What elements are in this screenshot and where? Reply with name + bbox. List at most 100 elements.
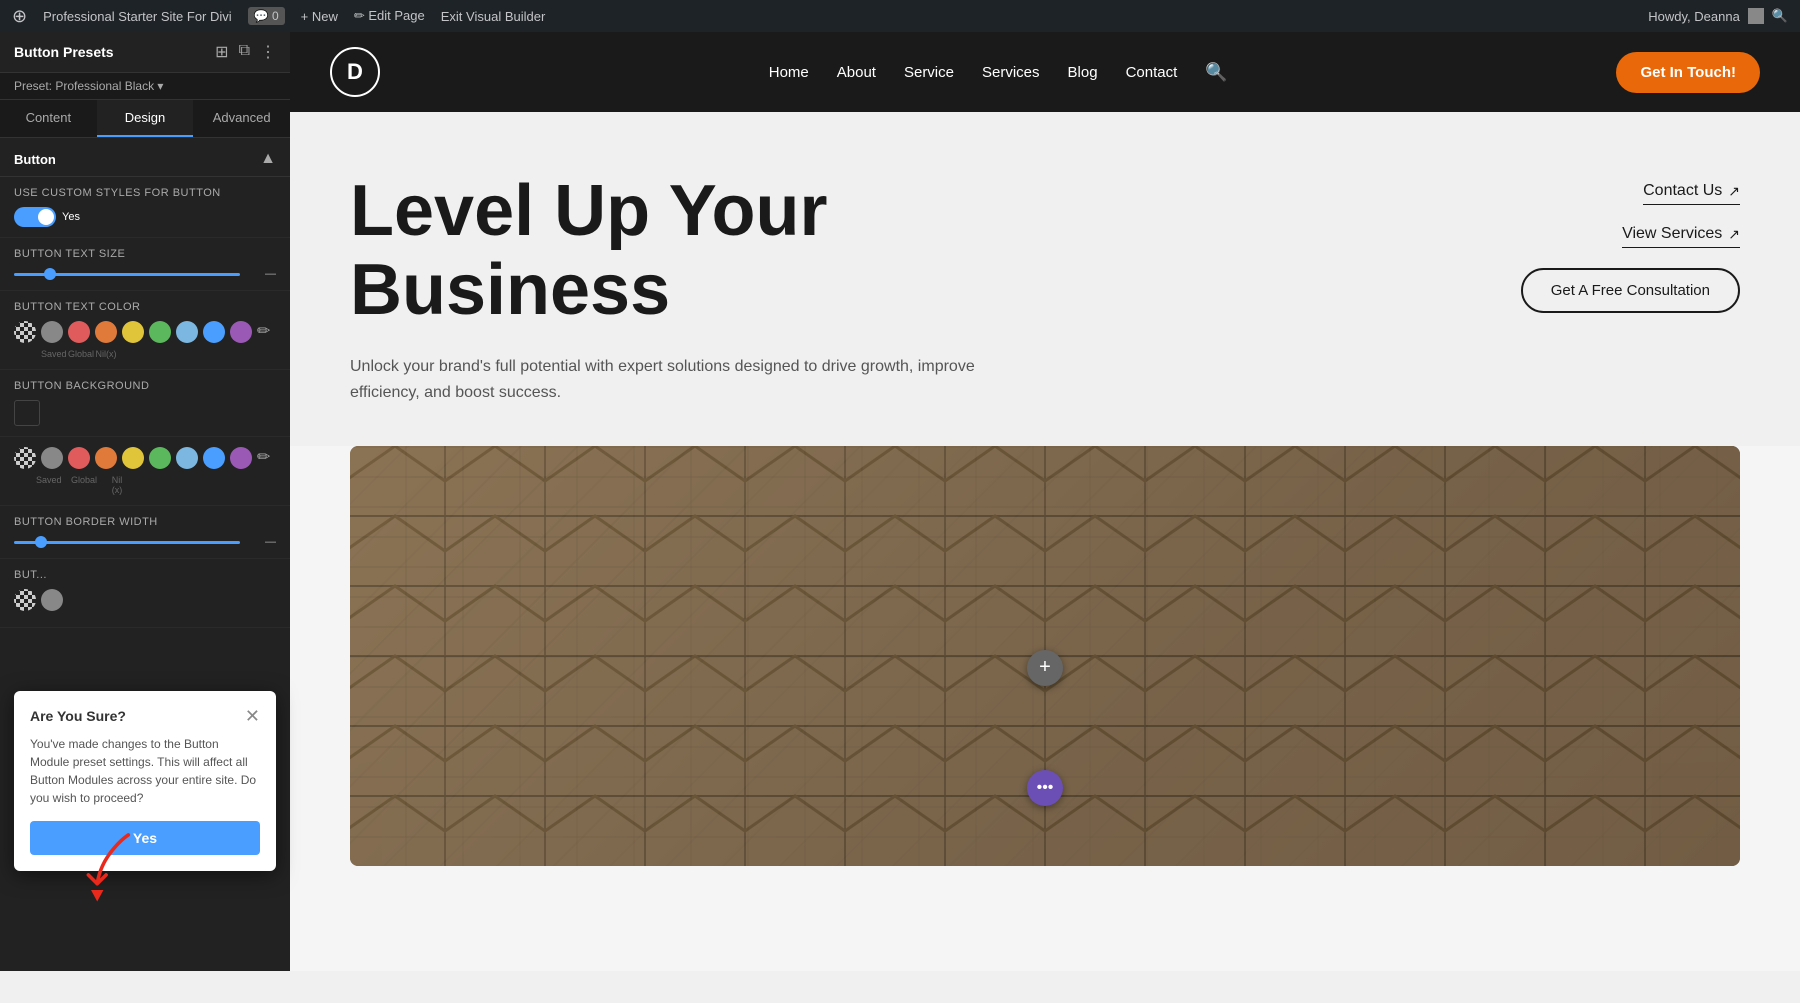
button-extra-label: But... <box>14 569 276 581</box>
border-width-value: — <box>248 536 276 548</box>
swatch-yellow-2[interactable] <box>122 447 144 469</box>
text-color-field-2: ✏ Saved Global Nil (x) <box>0 437 290 506</box>
building-image: + ••• <box>350 446 1740 866</box>
hero-right: Contact Us ↗ View Services ↗ Get A Free … <box>1480 172 1740 313</box>
hero-left: Level Up Your Business Unlock your brand… <box>350 172 1050 406</box>
text-color-label: Button Text Color <box>14 301 276 313</box>
bg-field-controls <box>14 400 276 426</box>
nav-services[interactable]: Services <box>982 64 1040 81</box>
text-size-value: — <box>248 268 276 280</box>
confirm-dialog-header: Are You Sure? ✕ <box>30 707 260 725</box>
search-icon[interactable]: 🔍 <box>1772 8 1788 24</box>
button-extra-field: But... <box>0 559 290 628</box>
exit-builder-button[interactable]: Exit Visual Builder <box>441 9 546 24</box>
text-size-slider-row: — <box>14 268 276 280</box>
text-size-slider[interactable] <box>14 273 240 276</box>
hero-subtitle: Unlock your brand's full potential with … <box>350 354 990 405</box>
swatch-label-global-2: Global <box>71 475 93 495</box>
pen-icon-2[interactable]: ✏ <box>257 447 270 469</box>
swatch-red-2[interactable] <box>68 447 90 469</box>
swatch-transparent-2[interactable] <box>14 447 36 469</box>
panel-screen-icon[interactable]: ⊞ <box>215 42 228 62</box>
panel-expand-icon[interactable]: ⧉ <box>239 42 250 62</box>
swatch-gray-2[interactable] <box>41 447 63 469</box>
consultation-button[interactable]: Get A Free Consultation <box>1521 268 1740 313</box>
tab-advanced[interactable]: Advanced <box>193 100 290 137</box>
admin-bar-left: ⊕ Professional Starter Site For Divi 💬 0… <box>12 6 545 27</box>
nav-blog[interactable]: Blog <box>1068 64 1098 81</box>
nav-contact[interactable]: Contact <box>1126 64 1178 81</box>
view-services-link[interactable]: View Services ↗ <box>1622 225 1740 248</box>
new-button[interactable]: + New <box>301 9 338 24</box>
swatch-orange-2[interactable] <box>95 447 117 469</box>
custom-styles-toggle[interactable] <box>14 207 56 227</box>
confirm-dialog: Are You Sure? ✕ You've made changes to t… <box>14 691 276 871</box>
fab-menu-button[interactable]: ••• <box>1027 770 1063 806</box>
button-bg-field: Button Background <box>0 370 290 437</box>
building-section: + ••• <box>350 446 1800 866</box>
nav-search-icon[interactable]: 🔍 <box>1205 62 1227 83</box>
contact-us-link[interactable]: Contact Us ↗ <box>1643 182 1740 205</box>
hero-title: Level Up Your Business <box>350 172 1050 330</box>
tab-design[interactable]: Design <box>97 100 194 137</box>
swatch-labels-2: Saved Global Nil (x) <box>14 475 276 495</box>
fab-plus-button[interactable]: + <box>1027 650 1063 686</box>
swatch-label-transparent <box>14 349 36 359</box>
pen-icon[interactable]: ✏ <box>257 321 270 343</box>
main-content: D Home About Service Services Blog Conta… <box>290 32 1800 971</box>
button-section-header: Button ▲ <box>0 138 290 177</box>
howdy-label: Howdy, Deanna <box>1648 9 1740 24</box>
swatch-label-saved: Saved <box>41 349 63 359</box>
border-width-slider[interactable] <box>14 541 240 544</box>
swatch-blue[interactable] <box>203 321 225 343</box>
logo-letter: D <box>347 59 363 85</box>
swatch-extra-transparent[interactable] <box>14 589 36 611</box>
panel-title: Button Presets <box>14 44 114 60</box>
nav-about[interactable]: About <box>837 64 876 81</box>
panel-tabs: Content Design Advanced <box>0 100 290 138</box>
swatch-gray[interactable] <box>41 321 63 343</box>
site-nav: Home About Service Services Blog Contact… <box>769 62 1228 83</box>
text-size-field: Button Text Size — <box>0 238 290 291</box>
nav-service[interactable]: Service <box>904 64 954 81</box>
panel-header-icons: ⊞ ⧉ ⋮ <box>215 42 276 62</box>
get-in-touch-button[interactable]: Get In Touch! <box>1616 52 1760 93</box>
nav-home[interactable]: Home <box>769 64 809 81</box>
comment-count[interactable]: 💬 0 <box>248 7 285 25</box>
site-name[interactable]: Professional Starter Site For Divi <box>43 9 232 24</box>
custom-styles-toggle-wrapper: Yes <box>14 207 276 227</box>
confirm-yes-button[interactable]: Yes <box>30 821 260 855</box>
swatch-yellow[interactable] <box>122 321 144 343</box>
swatch-blue-light-2[interactable] <box>176 447 198 469</box>
swatch-purple-2[interactable] <box>230 447 252 469</box>
left-panel: Button Presets ⊞ ⧉ ⋮ Preset: Professiona… <box>0 32 290 971</box>
panel-header: Button Presets ⊞ ⧉ ⋮ <box>0 32 290 73</box>
swatch-blue-2[interactable] <box>203 447 225 469</box>
button-extra-swatches <box>14 589 276 611</box>
button-bg-label: Button Background <box>14 380 276 392</box>
confirm-dialog-body: You've made changes to the Button Module… <box>30 735 260 807</box>
swatch-transparent[interactable] <box>14 321 36 343</box>
custom-styles-label: Use Custom Styles For Button <box>14 187 276 199</box>
swatch-extra-gray[interactable] <box>41 589 63 611</box>
border-width-slider-row: — <box>14 536 276 548</box>
panel-preset[interactable]: Preset: Professional Black ▾ <box>0 73 290 100</box>
site-header: D Home About Service Services Blog Conta… <box>290 32 1800 112</box>
bg-swatch[interactable] <box>14 400 40 426</box>
swatch-orange[interactable] <box>95 321 117 343</box>
swatch-green-2[interactable] <box>149 447 171 469</box>
swatch-red[interactable] <box>68 321 90 343</box>
edit-page-button[interactable]: ✏ Edit Page <box>354 8 425 24</box>
swatch-label-nil: Nil(x) <box>95 349 117 359</box>
swatch-purple[interactable] <box>230 321 252 343</box>
swatch-green[interactable] <box>149 321 171 343</box>
section-collapse-icon[interactable]: ▲ <box>260 150 276 168</box>
confirm-dialog-close-button[interactable]: ✕ <box>245 707 260 725</box>
wp-logo-icon[interactable]: ⊕ <box>12 6 27 27</box>
tab-content[interactable]: Content <box>0 100 97 137</box>
site-logo: D <box>330 47 380 97</box>
text-color-field: Button Text Color ✏ Saved Global Nil(x) <box>0 291 290 370</box>
swatch-blue-light[interactable] <box>176 321 198 343</box>
text-size-label: Button Text Size <box>14 248 276 260</box>
panel-more-icon[interactable]: ⋮ <box>260 42 276 62</box>
